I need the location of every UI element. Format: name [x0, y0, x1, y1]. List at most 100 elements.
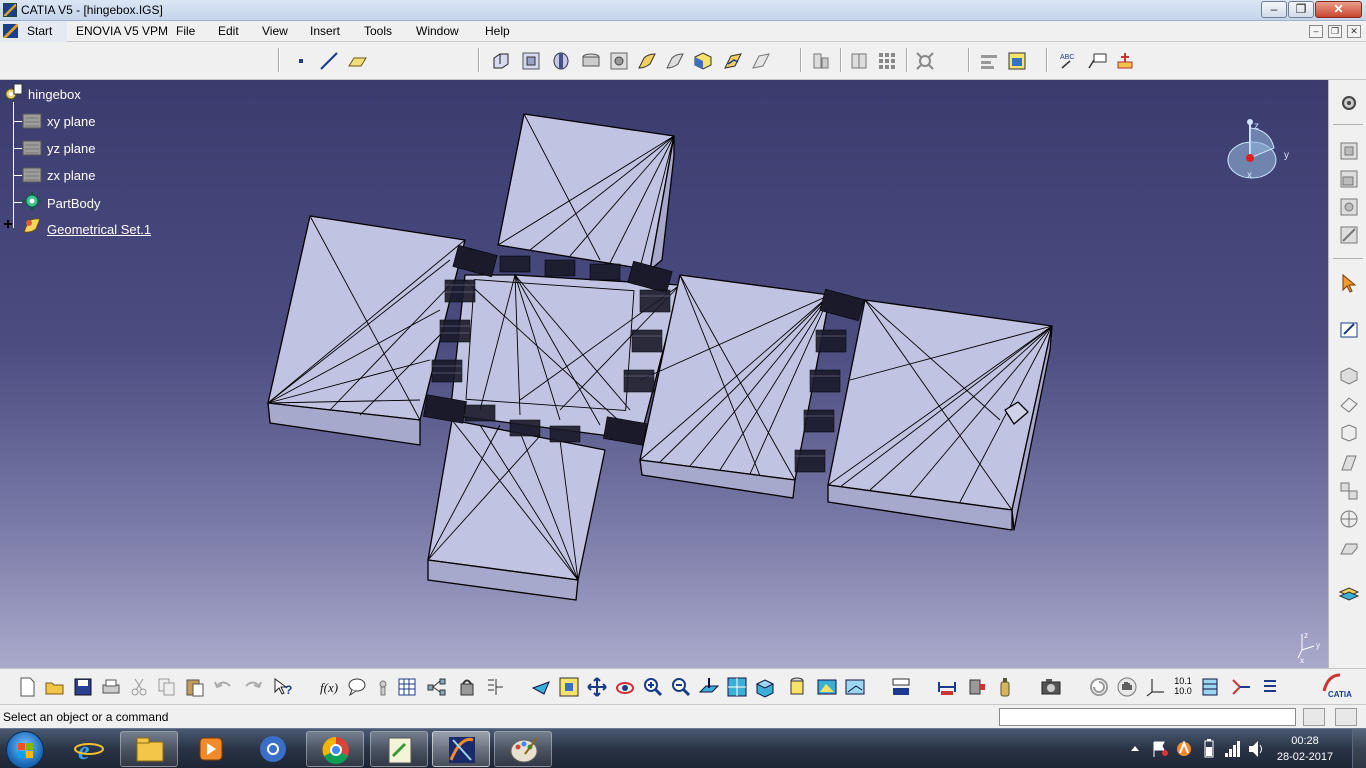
whats-this-icon[interactable]: ?: [272, 676, 294, 698]
stiffener-icon[interactable]: [692, 50, 714, 72]
menu-edit[interactable]: Edit: [218, 24, 239, 38]
sketch-icon-1[interactable]: [1338, 140, 1360, 162]
taskbar-internet-explorer[interactable]: e: [60, 731, 118, 767]
3d-viewport[interactable]: hingebox xy plane yz plane zx plane Part…: [0, 80, 1328, 668]
sphere-icon[interactable]: [1338, 508, 1360, 530]
battery-icon[interactable]: [1200, 729, 1218, 768]
boolean-icon[interactable]: [914, 50, 936, 72]
windows-start-button[interactable]: [6, 731, 44, 768]
list-icon[interactable]: [1258, 676, 1280, 698]
close-button[interactable]: ✕: [1315, 1, 1362, 18]
hide-show-icon[interactable]: [844, 676, 866, 698]
render-icon[interactable]: [816, 676, 838, 698]
select-arrow-icon[interactable]: [1338, 272, 1360, 294]
constraint-icon[interactable]: [1230, 676, 1252, 698]
show-desktop-button[interactable]: [1352, 729, 1366, 768]
taskbar-notepad-plus[interactable]: [370, 731, 428, 767]
command-close-button[interactable]: [1335, 708, 1357, 726]
measure-icon[interactable]: [1114, 50, 1136, 72]
solid-combine-icon[interactable]: [722, 50, 744, 72]
menu-view[interactable]: View: [262, 24, 288, 38]
menu-enovia[interactable]: ENOVIA V5 VPM: [76, 24, 168, 38]
taskbar-paint[interactable]: [494, 731, 552, 767]
tree-node-partbody[interactable]: PartBody: [47, 196, 100, 211]
taskbar-chrome[interactable]: [306, 731, 364, 767]
normal-view-icon[interactable]: [698, 676, 720, 698]
multi-view-icon[interactable]: [726, 676, 748, 698]
sketch-icon-3[interactable]: [1338, 196, 1360, 218]
save-icon[interactable]: [72, 676, 94, 698]
print-icon[interactable]: [100, 676, 122, 698]
scan-icon[interactable]: [456, 676, 478, 698]
tree-node-yz-plane[interactable]: yz plane: [47, 141, 95, 156]
design-table-icon[interactable]: [396, 676, 418, 698]
plane-icon[interactable]: [22, 165, 42, 185]
geometrical-set-icon[interactable]: [22, 216, 42, 236]
undo-icon[interactable]: [212, 676, 234, 698]
text-annotation-icon[interactable]: ABC: [1058, 50, 1080, 72]
taskbar-file-explorer[interactable]: [120, 731, 178, 767]
zoom-out-icon[interactable]: [670, 676, 692, 698]
pattern-3d-icon[interactable]: [1338, 480, 1360, 502]
swap-visible-icon[interactable]: [890, 676, 912, 698]
measure-item-icon[interactable]: [966, 676, 988, 698]
start-menu[interactable]: Start: [0, 21, 67, 42]
partbody-gear-icon[interactable]: [22, 191, 42, 211]
iso-view-icon[interactable]: [754, 676, 776, 698]
chamfer-icon[interactable]: [1338, 538, 1360, 560]
redo-icon[interactable]: [242, 676, 264, 698]
doc-restore-button[interactable]: ❐: [1328, 25, 1342, 38]
measure-between-icon[interactable]: [936, 676, 958, 698]
taskbar-chrome-canary[interactable]: [244, 731, 302, 767]
parameter-icon[interactable]: [372, 676, 394, 698]
formula-icon[interactable]: f(x): [318, 676, 340, 698]
network-icon[interactable]: [1222, 729, 1242, 768]
line-icon[interactable]: [318, 50, 340, 72]
pocket-icon[interactable]: [520, 50, 542, 72]
surface-icon[interactable]: [1338, 394, 1360, 416]
pan-icon[interactable]: [586, 676, 608, 698]
draft-icon[interactable]: [1338, 452, 1360, 474]
pad-3d-icon[interactable]: [1338, 364, 1360, 386]
capture-icon[interactable]: [1040, 676, 1062, 698]
zoom-in-icon[interactable]: [642, 676, 664, 698]
command-stop-button[interactable]: [1303, 708, 1325, 726]
grab-icon[interactable]: [1116, 676, 1138, 698]
pattern-icon[interactable]: [876, 50, 898, 72]
knowledge-icon[interactable]: [346, 676, 368, 698]
new-icon[interactable]: [16, 676, 38, 698]
copy-icon[interactable]: [156, 676, 178, 698]
expand-plus-icon[interactable]: [2, 218, 14, 230]
update-icon[interactable]: [1088, 676, 1110, 698]
groove-icon[interactable]: [580, 50, 602, 72]
speaker-icon[interactable]: [1246, 729, 1266, 768]
pad-icon[interactable]: [490, 50, 512, 72]
taskbar-media-player[interactable]: [182, 731, 240, 767]
catia-app-icon[interactable]: [3, 3, 17, 17]
multi-section-icon[interactable]: [750, 50, 772, 72]
plane-icon[interactable]: [22, 111, 42, 131]
show-hidden-icons-arrow[interactable]: [1128, 729, 1142, 768]
rotate-icon[interactable]: [614, 676, 636, 698]
command-input[interactable]: [999, 708, 1296, 726]
open-icon[interactable]: [44, 676, 66, 698]
tree-node-xy-plane[interactable]: xy plane: [47, 114, 95, 129]
analysis-icon[interactable]: [1006, 50, 1028, 72]
plane-icon[interactable]: [22, 138, 42, 158]
tree-reorder-icon[interactable]: [426, 676, 448, 698]
solid-icon[interactable]: [1338, 422, 1360, 444]
compass-icon[interactable]: z y x: [1222, 116, 1302, 186]
axis-system-icon[interactable]: [978, 50, 1000, 72]
sketch-icon-4[interactable]: [1338, 224, 1360, 246]
fit-all-icon[interactable]: [558, 676, 580, 698]
menu-tools[interactable]: Tools: [364, 24, 392, 38]
doc-close-button[interactable]: ✕: [1347, 25, 1361, 38]
menu-file[interactable]: File: [176, 24, 195, 38]
tree-root-label[interactable]: hingebox: [28, 87, 81, 102]
shading-icon[interactable]: [786, 676, 808, 698]
avast-icon[interactable]: [1174, 729, 1194, 768]
flag-icon[interactable]: [1150, 729, 1170, 768]
measure-inertia-icon[interactable]: [994, 676, 1016, 698]
sketch-icon-2[interactable]: [1338, 168, 1360, 190]
layer-icon[interactable]: [1200, 676, 1222, 698]
